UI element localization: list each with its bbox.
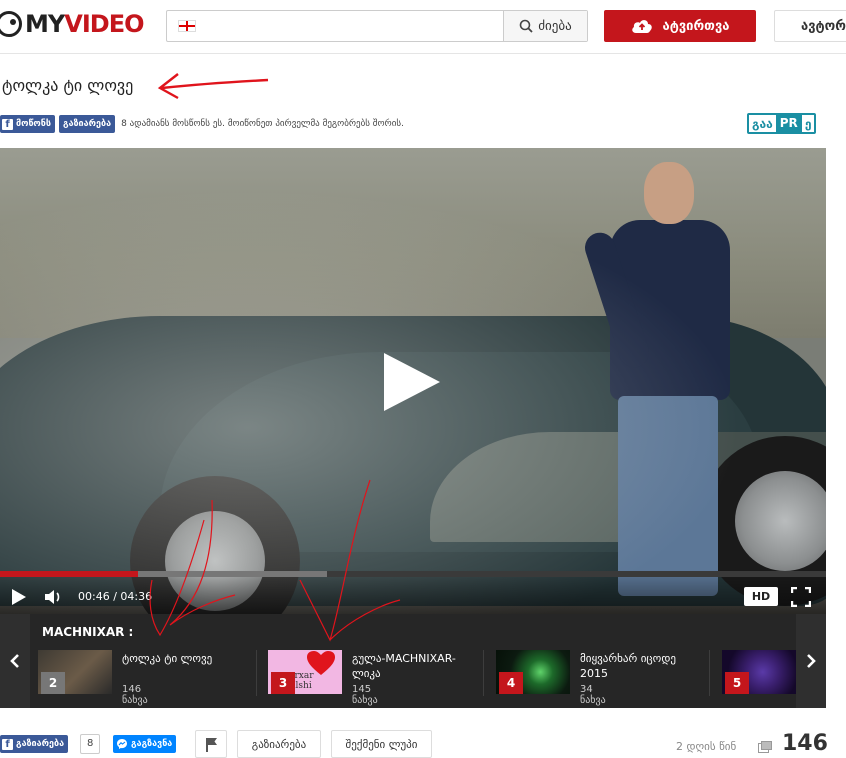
view-count: 146 — [782, 731, 828, 756]
logo-my-text: MY — [25, 10, 65, 38]
annotation-arrowhead — [157, 73, 179, 100]
facebook-share-button-bottom[interactable]: f გაზიარება — [0, 735, 69, 753]
upload-date: 2 დღის წინ — [676, 740, 737, 753]
playlist-item-number: 4 — [499, 672, 523, 694]
video-actions-bar: f გაზიარება 8 გაგზავნა გაზიარება შექმენი… — [0, 730, 846, 758]
facebook-share-button[interactable]: გაზიარება — [59, 115, 116, 133]
annotation-arrow-line — [161, 78, 269, 90]
progress-bar[interactable] — [0, 571, 826, 577]
share-button[interactable]: გაზიარება — [237, 730, 321, 758]
playlist-separator — [256, 650, 257, 696]
messenger-send-label: გაგზავნა — [131, 739, 173, 749]
playlist-next-button[interactable] — [796, 614, 826, 708]
search-icon — [519, 19, 533, 33]
playlist-strip: MACHNIXAR : 2 ტოლკა ტი ლოვე 146 ნახვა va… — [0, 614, 826, 708]
hd-button[interactable]: HD — [744, 587, 778, 606]
playlist-item-views: 34 ნახვა — [580, 684, 606, 706]
playlist-item-number: 5 — [725, 672, 749, 694]
facebook-like-label: მოწონს — [16, 119, 51, 129]
search-button-label: ძიება — [538, 18, 572, 34]
playlist-item-number: 2 — [41, 672, 65, 694]
upload-button[interactable]: ატვირთვა — [604, 10, 756, 42]
gaapr-part2: PR — [775, 115, 802, 132]
georgian-flag-icon[interactable] — [178, 20, 196, 32]
playlist-item-views: 145 ნახვა — [352, 684, 378, 706]
playlist-thumbnail: 5 — [722, 650, 796, 694]
upload-button-label: ატვირთვა — [662, 18, 730, 34]
time-display: 00:46 / 04:36 — [78, 590, 152, 603]
flag-icon — [206, 738, 217, 752]
logo-video-text: VIDEO — [64, 10, 144, 38]
like-count-text: 8 ადამიანს მოსწონს ეს. მოიწონეთ პირველმა… — [121, 119, 404, 129]
playlist-item-views: 146 ნახვა — [122, 684, 148, 706]
playlist-item-title: ტოლკა ტი ლოვე — [122, 652, 213, 665]
playlist-thumbnail: varxar gulshi 3 — [268, 650, 342, 694]
playlist-item-title: მიყვარხარ იცოდე 2015 — [580, 652, 676, 680]
gaapr-part1: გაა — [752, 116, 773, 131]
volume-icon[interactable] — [44, 589, 66, 605]
views-icon — [758, 741, 772, 753]
logo-mark-icon — [0, 11, 22, 37]
playlist-item-number: 3 — [271, 672, 295, 694]
video-player[interactable] — [0, 148, 826, 614]
playlist-title: MACHNIXAR : — [42, 625, 134, 639]
playlist-separator — [709, 650, 710, 696]
create-loop-button[interactable]: შექმენი ლუპი — [331, 730, 432, 758]
messenger-send-button[interactable]: გაგზავნა — [113, 735, 177, 753]
messenger-icon — [117, 739, 127, 749]
progress-played — [0, 571, 138, 577]
playlist-separator — [483, 650, 484, 696]
myvideo-logo[interactable]: MY VIDEO — [0, 10, 145, 38]
time-total: 04:36 — [120, 590, 153, 603]
search-input[interactable] — [196, 11, 503, 41]
video-title: ტოლკა ტი ლოვე — [2, 76, 134, 95]
search-button[interactable]: ძიება — [503, 11, 587, 41]
fullscreen-icon[interactable] — [791, 587, 811, 607]
playlist-item[interactable]: 5 — [722, 650, 796, 698]
gaapr-part3: ე — [804, 116, 812, 131]
social-row: f მოწონს გაზიარება 8 ადამიანს მოსწონს ეს… — [0, 114, 404, 134]
playlist-item-title: გულა-MACHNIXAR-ლიკა — [352, 652, 456, 680]
search-bar: ძიება — [166, 10, 588, 42]
facebook-icon: f — [2, 118, 13, 130]
facebook-like-button[interactable]: f მოწონს — [0, 115, 55, 133]
playlist-prev-button[interactable] — [0, 614, 30, 708]
chevron-left-icon — [10, 654, 19, 668]
site-header: MY VIDEO ძიება ატვირთვა ავტორ — [0, 0, 846, 54]
facebook-icon: f — [2, 738, 13, 750]
time-separator: / — [109, 590, 121, 603]
facebook-share-label: გაზიარება — [63, 119, 112, 129]
login-button[interactable]: ავტორ — [774, 10, 846, 42]
playlist-thumbnail: 4 — [496, 650, 570, 694]
playlist-thumbnail: 2 — [38, 650, 112, 694]
cloud-upload-icon — [631, 20, 652, 33]
share-count: 8 — [80, 734, 101, 754]
chevron-right-icon — [807, 654, 816, 668]
facebook-share-label-bottom: გაზიარება — [16, 739, 65, 749]
report-button[interactable] — [195, 730, 227, 758]
gaapr-logo[interactable]: გაა PR ე — [747, 113, 817, 134]
play-icon[interactable] — [12, 589, 26, 605]
big-play-icon[interactable] — [384, 353, 440, 411]
time-current: 00:46 — [78, 590, 110, 603]
